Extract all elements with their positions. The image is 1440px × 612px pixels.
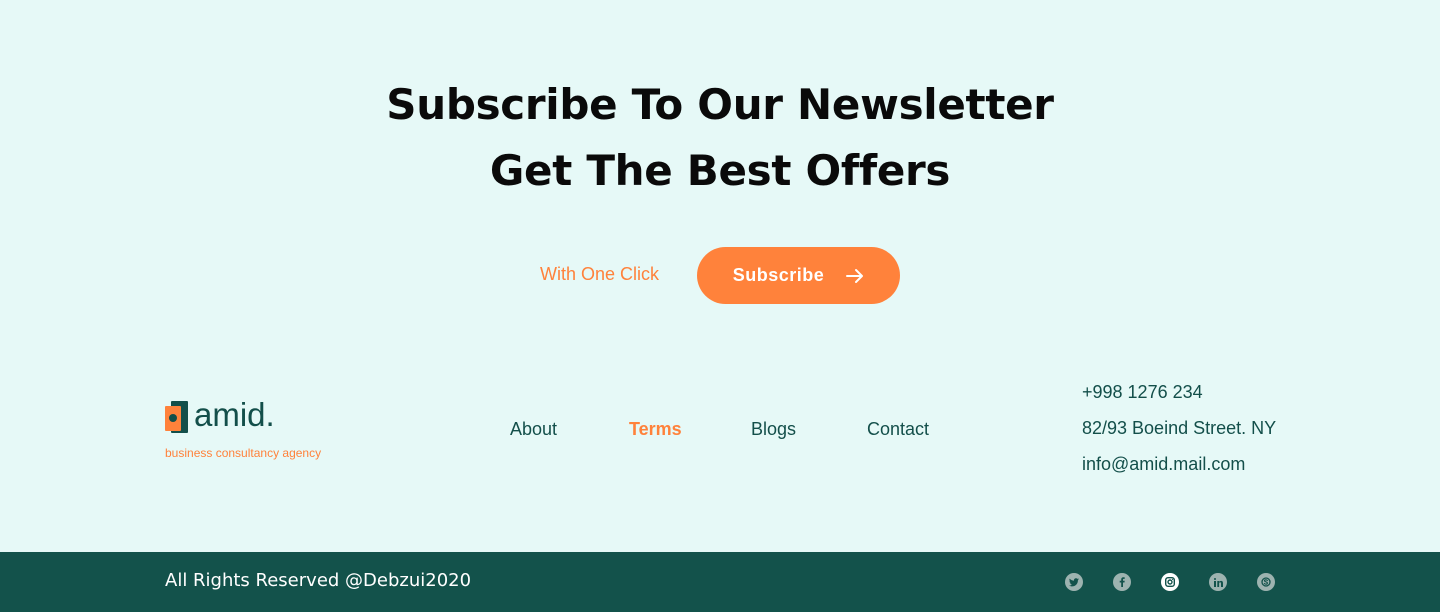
arrow-right-icon xyxy=(846,268,864,284)
subscribe-row: With One Click Subscribe xyxy=(0,247,1440,304)
logo-tagline: business consultancy agency xyxy=(165,446,322,460)
footer-nav-about[interactable]: About xyxy=(510,419,557,440)
footer-nav-contact[interactable]: Contact xyxy=(867,419,929,440)
subscribe-button[interactable]: Subscribe xyxy=(697,247,900,304)
footer-nav-blogs[interactable]: Blogs xyxy=(751,419,796,440)
newsletter-heading: Subscribe To Our Newsletter Get The Best… xyxy=(0,72,1440,204)
linkedin-icon[interactable] xyxy=(1209,573,1227,591)
facebook-icon[interactable] xyxy=(1113,573,1131,591)
subscribe-button-label: Subscribe xyxy=(732,265,825,285)
contact-info: +998 1276 234 82/93 Boeind Street. NY in… xyxy=(1082,381,1276,489)
contact-email[interactable]: info@amid.mail.com xyxy=(1082,453,1276,489)
contact-phone[interactable]: +998 1276 234 xyxy=(1082,381,1276,417)
instagram-icon[interactable] xyxy=(1161,573,1179,591)
copyright-text: All Rights Reserved @Debzui2020 xyxy=(165,570,472,591)
twitter-icon[interactable] xyxy=(1065,573,1083,591)
skype-icon[interactable] xyxy=(1257,573,1275,591)
cta-text: With One Click xyxy=(540,264,660,284)
footer-nav-terms[interactable]: Terms xyxy=(629,419,682,440)
contact-address: 82/93 Boeind Street. NY xyxy=(1082,418,1277,438)
bottom-bar: All Rights Reserved @Debzui2020 xyxy=(0,552,1440,612)
newsletter-title-line2: Get The Best Offers xyxy=(489,146,951,195)
newsletter-title-line1: Subscribe To Our Newsletter xyxy=(386,80,1054,129)
